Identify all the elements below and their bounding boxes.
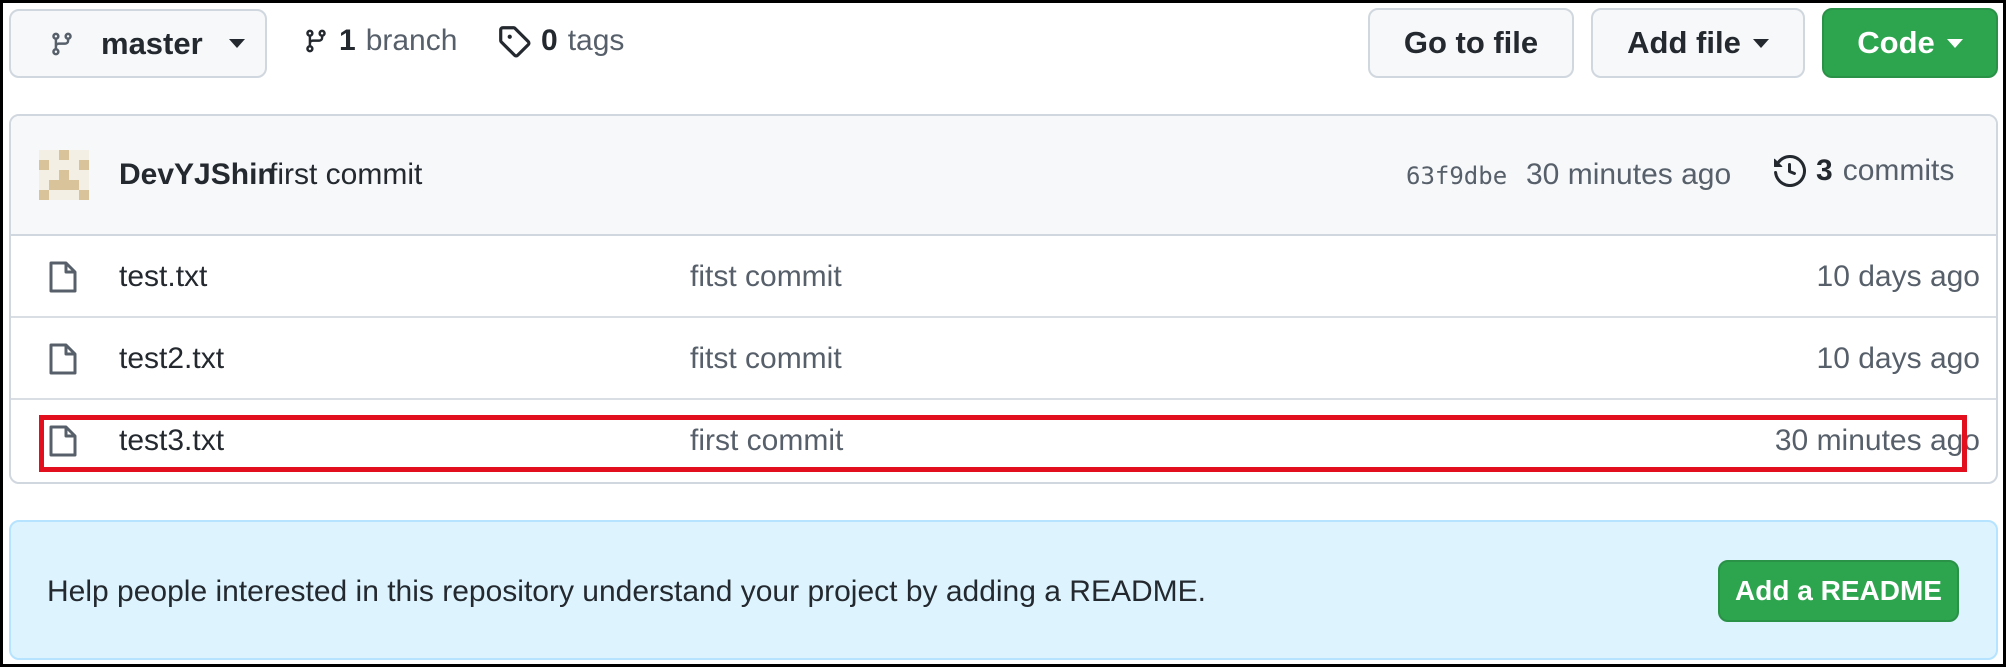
chevron-down-icon xyxy=(1752,38,1769,48)
file-commit-message[interactable]: first commit xyxy=(690,424,843,458)
commits-label: commits xyxy=(1842,154,1955,187)
branch-name: master xyxy=(101,25,203,61)
file-age: 10 days ago xyxy=(1816,260,1980,293)
go-to-file-button[interactable]: Go to file xyxy=(1368,8,1574,78)
readme-prompt-text: Help people interested in this repositor… xyxy=(47,575,1206,608)
file-name[interactable]: test3.txt xyxy=(119,424,224,458)
chevron-down-icon xyxy=(228,39,245,48)
code-button[interactable]: Code xyxy=(1822,8,1998,78)
tags-count: 0 xyxy=(541,24,558,57)
file-age: 10 days ago xyxy=(1816,342,1980,375)
avatar[interactable] xyxy=(39,150,89,200)
tag-icon xyxy=(499,26,531,58)
file-name[interactable]: test.txt xyxy=(119,260,207,294)
add-file-label: Add file xyxy=(1627,25,1741,60)
file-row: test3.txt first commit 30 minutes ago xyxy=(11,400,1996,482)
branch-selector-button[interactable]: master xyxy=(9,9,267,78)
branches-label: branch xyxy=(365,24,458,57)
add-readme-label: Add a README xyxy=(1735,575,1942,606)
file-icon xyxy=(49,425,77,457)
commit-author[interactable]: DevYJShin xyxy=(119,158,276,192)
branches-count: 1 xyxy=(339,24,356,57)
file-row: test.txt fitst commit 10 days ago xyxy=(11,236,1996,318)
file-icon xyxy=(49,343,77,375)
tags-label: tags xyxy=(567,24,625,57)
commit-sha[interactable]: 63f9dbe xyxy=(1406,162,1507,190)
add-file-button[interactable]: Add file xyxy=(1591,8,1805,78)
file-commit-message[interactable]: fitst commit xyxy=(690,260,842,294)
branches-link[interactable]: 1 branch xyxy=(303,24,457,58)
file-name[interactable]: test2.txt xyxy=(119,342,224,376)
chevron-down-icon xyxy=(1946,38,1963,48)
go-to-file-label: Go to file xyxy=(1403,25,1539,60)
file-listing: DevYJShin first commit 63f9dbe 30 minute… xyxy=(9,114,1998,484)
commit-message[interactable]: first commit xyxy=(269,158,422,192)
commit-time: 30 minutes ago xyxy=(1526,158,1732,191)
code-label: Code xyxy=(1857,25,1935,60)
commits-link[interactable]: 3 commits xyxy=(1774,154,1954,188)
file-row: test2.txt fitst commit 10 days ago xyxy=(11,318,1996,400)
file-age: 30 minutes ago xyxy=(1774,424,1980,457)
git-branch-icon xyxy=(306,29,326,53)
file-commit-message[interactable]: fitst commit xyxy=(690,342,842,376)
tags-link[interactable]: 0 tags xyxy=(497,24,624,58)
commits-count: 3 xyxy=(1816,154,1833,187)
latest-commit-bar: DevYJShin first commit 63f9dbe 30 minute… xyxy=(11,116,1996,236)
readme-banner: Help people interested in this repositor… xyxy=(9,520,1998,660)
git-branch-icon xyxy=(52,32,72,55)
file-icon xyxy=(49,261,77,293)
history-icon xyxy=(1774,155,1806,187)
add-readme-button[interactable]: Add a README xyxy=(1718,560,1959,622)
